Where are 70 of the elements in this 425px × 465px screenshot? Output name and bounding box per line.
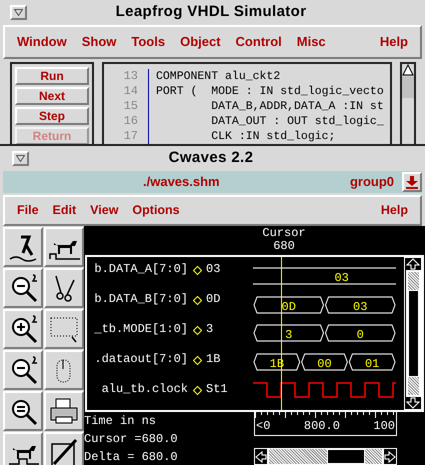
file-name: ./waves.shm <box>143 173 220 192</box>
control-button[interactable]: Step <box>15 107 89 125</box>
window-title: Leapfrog VHDL Simulator <box>114 2 308 22</box>
signal-value: 1B <box>206 351 220 368</box>
triangle-icon <box>14 9 23 16</box>
window-menu-button[interactable] <box>10 5 27 20</box>
diamond-icon <box>193 356 202 365</box>
line-number: 15 <box>124 99 138 114</box>
menu-item[interactable]: Options <box>132 201 180 220</box>
menu-item[interactable]: View <box>90 201 118 220</box>
menu-item[interactable]: Edit <box>52 201 76 220</box>
line-number: 13 <box>124 69 138 84</box>
signal-value: 03 <box>206 261 220 278</box>
triangle-icon <box>16 155 25 162</box>
scroll-right-icon[interactable] <box>384 450 396 462</box>
line-number: 14 <box>124 84 138 99</box>
signal-name: .dataout[7:0] <box>93 351 188 368</box>
code-line: CLK :IN std_logic; <box>210 129 336 144</box>
scroll-up-icon[interactable] <box>402 64 414 76</box>
line-number: 16 <box>124 114 138 129</box>
menu-item[interactable]: Object <box>180 32 221 52</box>
bus-waveform: 3 0 <box>253 324 396 342</box>
menu-item[interactable]: Control <box>236 32 282 52</box>
group-dropdown-button[interactable] <box>402 172 422 192</box>
window-menu-button[interactable] <box>12 151 29 166</box>
code-line: PORT ( MODE : IN std_logic_vecto <box>156 84 384 99</box>
scroll-thumb[interactable] <box>408 290 418 377</box>
download-arrow-icon <box>406 176 418 188</box>
code-line: COMPONENT alu_ckt2 <box>156 69 282 84</box>
bus-waveform: 03 <box>253 267 396 285</box>
menu-item[interactable]: Misc <box>296 32 326 52</box>
menu-item[interactable]: Show <box>82 32 116 52</box>
code-line: DATA_OUT : OUT std_logic_ <box>210 114 384 129</box>
help-menu[interactable]: Help <box>380 32 408 52</box>
cursor-value: 680 <box>273 240 295 253</box>
time-unit-label: Time in ns <box>84 413 158 430</box>
diamond-icon <box>193 326 202 335</box>
signal-name: b.DATA_B[7:0] <box>93 291 188 308</box>
ruler-label: 800.0 <box>304 418 340 434</box>
bus-waveform: 0D 03 <box>253 296 396 314</box>
control-button[interactable]: Run <box>15 67 89 85</box>
window-title: Cwaves 2.2 <box>168 148 254 168</box>
diamond-icon <box>193 386 202 395</box>
cursor-time: Cursor =680.0 <box>84 431 179 448</box>
diamond-icon <box>193 266 202 275</box>
menu-item[interactable]: Tools <box>131 32 166 52</box>
signal-name: alu_tb.clock <box>100 381 188 398</box>
menu-item[interactable]: File <box>17 201 39 220</box>
code-line: DATA_B,ADDR,DATA_A :IN st <box>210 99 384 114</box>
delta-time: Delta = 680.0 <box>84 449 179 465</box>
cursor-label: Cursor <box>262 227 306 240</box>
line-number: 17 <box>124 129 138 144</box>
signal-value: 0D <box>206 291 220 308</box>
diamond-icon <box>193 296 202 305</box>
signal-name: _tb.MODE[1:0] <box>93 321 188 338</box>
scroll-thumb[interactable] <box>327 449 365 464</box>
signal-value: 3 <box>206 321 214 338</box>
menu-item[interactable]: Window <box>17 32 67 52</box>
vertical-scrollbar[interactable] <box>400 62 416 144</box>
ruler-label: <0 <box>256 418 270 434</box>
help-menu[interactable]: Help <box>380 201 408 220</box>
ruler-label: 100 <box>373 418 395 434</box>
scroll-left-icon[interactable] <box>255 450 267 462</box>
signal-name: b.DATA_A[7:0] <box>93 261 188 278</box>
scroll-thumb[interactable] <box>402 76 414 98</box>
control-button[interactable]: Next <box>15 87 89 105</box>
horizontal-scrollbar[interactable] <box>254 448 397 465</box>
scroll-down-icon[interactable] <box>406 397 420 409</box>
group-name: group0 <box>350 173 394 192</box>
signal-value: St1 <box>206 381 228 398</box>
